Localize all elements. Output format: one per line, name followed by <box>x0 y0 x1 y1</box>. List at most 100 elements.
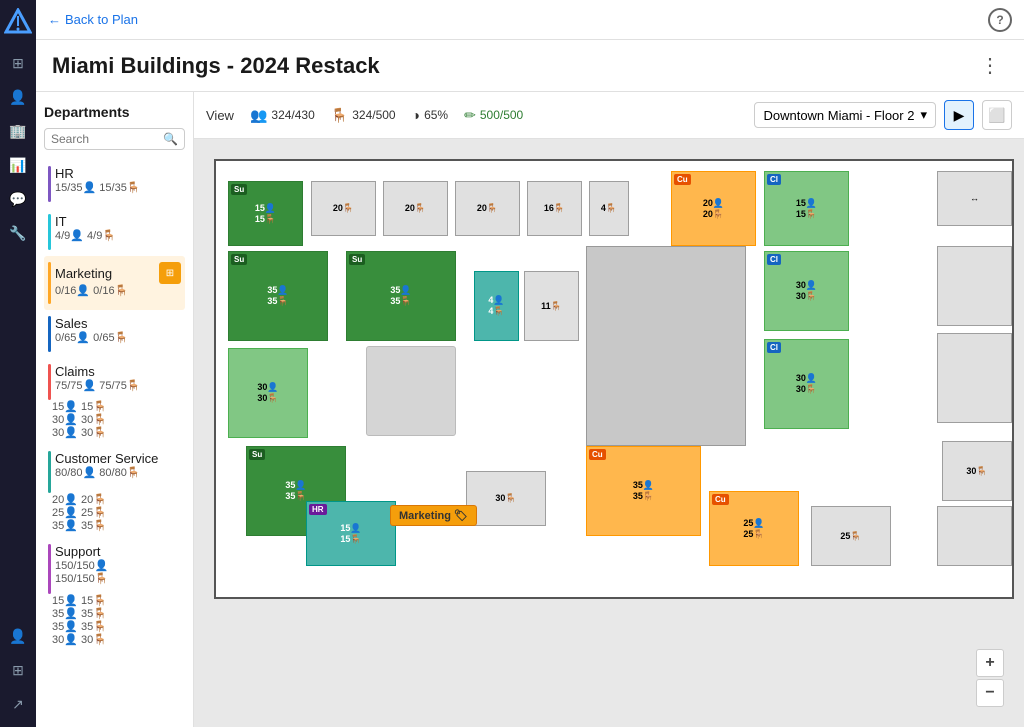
view-label: View <box>206 108 234 123</box>
dept-item-claims[interactable]: Claims 75/75👤 75/75🪑 15👤 15🪑 30👤 30🪑 30👤… <box>44 358 185 445</box>
room-gray-bottom-far1[interactable] <box>937 506 1012 566</box>
room-11seats[interactable]: 11🪑 <box>524 271 579 341</box>
icon-sidebar: ⊞ 👤 🏢 📊 💬 🔧 👤 ⊞ ↗ <box>0 0 36 727</box>
title-bar: Miami Buildings - 2024 Restack ⋮ <box>36 40 1024 92</box>
departments-title: Departments <box>44 104 185 120</box>
bottom-expand-icon[interactable]: ↗ <box>3 689 33 719</box>
room-cu-bottom-right[interactable]: Cu 25👤25🪑 <box>709 491 799 566</box>
dept-item-marketing[interactable]: Marketing ⊞ 0/16👤 0/16🪑 <box>44 256 185 310</box>
back-to-plan-label: Back to Plan <box>65 12 138 27</box>
room-gray-5[interactable]: 4🪑 <box>589 181 629 236</box>
floor-plan[interactable]: Marketing 🏷 Su 15👤15🪑 20🪑 20🪑 <box>214 159 1014 599</box>
dept-stats-it: 4/9👤 4/9🪑 <box>55 229 181 242</box>
room-30seats-bottom[interactable]: 30🪑 <box>466 471 546 526</box>
back-to-plan-link[interactable]: ← Back to Plan <box>48 12 138 27</box>
building-nav-icon[interactable]: 🏢 <box>3 116 33 146</box>
room-30seats-far-right[interactable]: 30🪑 <box>942 441 1012 501</box>
room-cu-bottom-center[interactable]: Cu 35👤35🪑 <box>586 446 701 536</box>
dept-item-hr[interactable]: HR 15/35👤 15/35🪑 <box>44 160 185 208</box>
claims-sub-3: 30👤 30🪑 <box>48 426 181 439</box>
claims-sub-1: 15👤 15🪑 <box>48 400 181 413</box>
room-cu-top-right[interactable]: Cu 20👤20🪑 <box>671 171 756 246</box>
badge-cu-2: Cu <box>589 449 606 460</box>
top-bar: ← Back to Plan ? <box>36 0 1024 40</box>
content-area: Departments 🔍 HR 15/35👤 15/35🪑 IT 4/9👤 4… <box>36 92 1024 727</box>
room-hr-bottom[interactable]: HR 15👤15🪑 <box>306 501 396 566</box>
people-icon: 👥 <box>250 107 267 124</box>
zoom-in-button[interactable]: + <box>976 649 1004 677</box>
search-input[interactable] <box>51 132 163 146</box>
dept-name-claims: Claims <box>55 364 181 379</box>
room-gray-3[interactable]: 20🪑 <box>455 181 520 236</box>
view-toolbar: View 👥 324/430 🪑 324/500 ◑ 65% ✏ 500/500 <box>194 92 1024 139</box>
room-teal-1[interactable]: 4👤4🪑 <box>474 271 519 341</box>
support-sub-4: 30👤 30🪑 <box>48 633 181 646</box>
dept-name-hr: HR <box>55 166 181 181</box>
marketing-grid-icon: ⊞ <box>159 262 181 284</box>
bottom-grid-icon[interactable]: ⊞ <box>3 655 33 685</box>
room-su-top-left[interactable]: Su 15👤15🪑 <box>228 181 303 246</box>
dept-stats-sales: 0/65👤 0/65🪑 <box>55 331 181 344</box>
pencil-icon: ✏ <box>464 107 476 124</box>
more-options-icon[interactable]: ⋮ <box>972 49 1008 82</box>
person-nav-icon[interactable]: 👤 <box>3 82 33 112</box>
room-cl-right-3[interactable]: Cl 30👤30🪑 <box>764 339 849 429</box>
select-tool-button[interactable]: ▶ <box>944 100 974 130</box>
dept-name-cs: Customer Service <box>55 451 181 466</box>
percent-icon: ◑ <box>412 107 420 123</box>
dept-item-customer-service[interactable]: Customer Service 80/80👤 80/80🪑 20👤 20🪑 2… <box>44 445 185 538</box>
floor-selector-label: Downtown Miami - Floor 2 <box>763 108 914 123</box>
dept-item-sales[interactable]: Sales 0/65👤 0/65🪑 <box>44 310 185 358</box>
floor-selector-button[interactable]: Downtown Miami - Floor 2 ▾ <box>754 102 936 128</box>
dept-name-marketing: Marketing <box>55 266 112 281</box>
room-su-mid-center[interactable]: Su 35👤35🪑 <box>346 251 456 341</box>
search-icon: 🔍 <box>163 132 178 146</box>
room-gray-2[interactable]: 20🪑 <box>383 181 448 236</box>
room-gray-right-3a[interactable] <box>937 246 1012 326</box>
room-cl-top-right[interactable]: Cl 15👤15🪑 <box>764 171 849 246</box>
room-green-left-3[interactable]: 30👤30🪑 <box>228 348 308 438</box>
label-su-1: 15👤15🪑 <box>255 203 276 225</box>
cs-sub-1: 20👤 20🪑 <box>48 493 181 506</box>
badge-cu-1: Cu <box>674 174 691 185</box>
badge-su-4: Su <box>249 449 265 460</box>
seats-icon: 🪑 <box>331 107 348 124</box>
room-gray-4[interactable]: 16🪑 <box>527 181 582 236</box>
room-su-mid-left[interactable]: Su 35👤35🪑 <box>228 251 328 341</box>
badge-cu-3: Cu <box>712 494 729 505</box>
dept-stats-claims: 75/75👤 75/75🪑 <box>55 379 181 392</box>
page-title: Miami Buildings - 2024 Restack <box>52 53 380 79</box>
app-logo <box>4 8 32 36</box>
dept-item-support[interactable]: Support 150/150👤 150/150🪑 15👤 15🪑 35👤 35… <box>44 538 185 652</box>
main-container: ← Back to Plan ? Miami Buildings - 2024 … <box>36 0 1024 727</box>
claims-sub-2: 30👤 30🪑 <box>48 413 181 426</box>
dept-stats-marketing: 0/16👤 0/16🪑 <box>55 284 181 297</box>
badge-cl-2: Cl <box>767 254 781 265</box>
badge-cl-3: Cl <box>767 342 781 353</box>
room-cl-mid-right[interactable]: Cl 30👤30🪑 <box>764 251 849 331</box>
help-icon[interactable]: ? <box>988 8 1012 32</box>
wrench-nav-icon[interactable]: 🔧 <box>3 218 33 248</box>
department-search-box[interactable]: 🔍 <box>44 128 185 150</box>
message-nav-icon[interactable]: 💬 <box>3 184 33 214</box>
stat-people-value: 324/430 <box>271 108 314 122</box>
badge-hr-1: HR <box>309 504 327 515</box>
floor-plan-container: Marketing 🏷 Su 15👤15🪑 20🪑 20🪑 <box>194 139 1024 727</box>
badge-su-2: Su <box>231 254 247 265</box>
chart-nav-icon[interactable]: 📊 <box>3 150 33 180</box>
dept-item-it[interactable]: IT 4/9👤 4/9🪑 <box>44 208 185 256</box>
area-tool-button[interactable]: ⬜ <box>982 100 1012 130</box>
back-arrow-icon: ← <box>48 12 61 27</box>
zoom-out-button[interactable]: − <box>976 679 1004 707</box>
home-nav-icon[interactable]: ⊞ <box>3 48 33 78</box>
map-area: View 👥 324/430 🪑 324/500 ◑ 65% ✏ 500/500 <box>194 92 1024 727</box>
bottom-person-icon[interactable]: 👤 <box>3 621 33 651</box>
room-25seats-right[interactable]: 25🪑 <box>811 506 891 566</box>
dept-stats-support-1: 150/150👤 <box>55 559 181 572</box>
stat-pencil: ✏ 500/500 <box>464 107 523 124</box>
cs-sub-2: 25👤 25🪑 <box>48 506 181 519</box>
stat-seats-value: 324/500 <box>352 108 395 122</box>
room-gray-1[interactable]: 20🪑 <box>311 181 376 236</box>
room-gray-right-3b[interactable] <box>937 333 1012 423</box>
room-far-right-1[interactable]: ↔ <box>937 171 1012 226</box>
